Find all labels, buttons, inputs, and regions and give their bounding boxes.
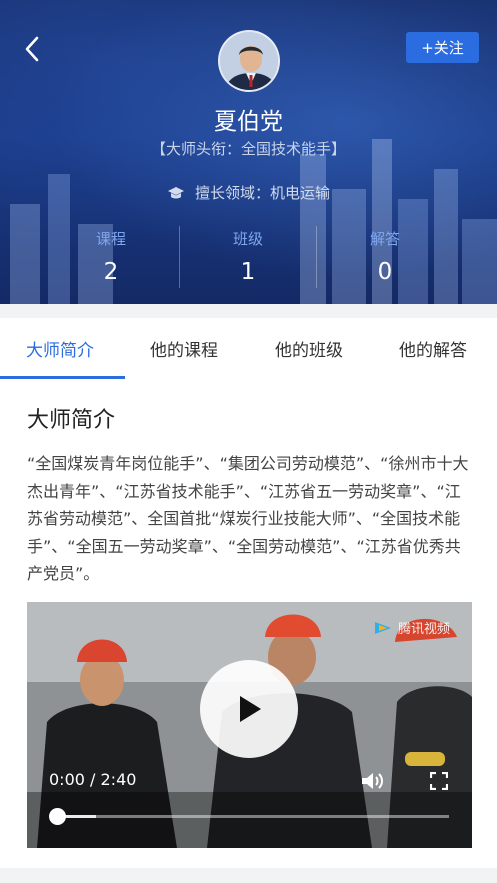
video-watermark: 腾讯视频 xyxy=(373,618,450,637)
stat-label: 课程 xyxy=(95,230,126,248)
fullscreen-icon[interactable] xyxy=(430,772,448,790)
intro-panel: 大师简介 “全国煤炭青年岗位能手”、“集团公司劳动模范”、“徐州市十大杰出青年”… xyxy=(0,380,497,868)
master-name: 夏伯党 xyxy=(214,109,283,135)
tab-his-classes[interactable]: 他的班级 xyxy=(275,336,343,361)
stat-answers[interactable]: 解答 0 xyxy=(317,226,453,290)
follow-button[interactable]: +关注 xyxy=(406,32,479,63)
stat-courses[interactable]: 课程 2 xyxy=(43,226,179,290)
stat-value: 2 xyxy=(103,259,119,285)
tab-his-answers[interactable]: 他的解答 xyxy=(399,336,467,361)
stat-classes[interactable]: 班级 1 xyxy=(180,226,316,290)
back-button[interactable] xyxy=(20,34,46,64)
intro-text: “全国煤炭青年岗位能手”、“集团公司劳动模范”、“徐州市十大杰出青年”、“江苏省… xyxy=(27,454,469,583)
expertise-field: 擅长领域：机电运输 xyxy=(0,182,497,203)
avatar xyxy=(218,30,280,92)
volume-icon[interactable] xyxy=(360,770,384,792)
stats-bar: 课程 2 班级 1 解答 0 xyxy=(43,226,453,290)
stat-label: 班级 xyxy=(232,230,263,248)
stat-label: 解答 xyxy=(369,230,400,248)
tab-his-courses[interactable]: 他的课程 xyxy=(150,336,218,361)
back-arrow-icon xyxy=(25,36,39,62)
tab-master-intro[interactable]: 大师简介 xyxy=(26,336,94,361)
progress-knob[interactable] xyxy=(49,808,66,825)
stat-value: 0 xyxy=(377,259,393,285)
active-tab-indicator xyxy=(0,376,125,379)
expertise-field-text: 擅长领域：机电运输 xyxy=(194,184,330,202)
play-icon xyxy=(240,696,261,722)
video-time: 0:00 / 2:40 xyxy=(49,770,137,789)
graduation-cap-icon xyxy=(167,186,184,198)
tencent-video-logo-icon xyxy=(375,621,391,634)
play-button[interactable] xyxy=(200,660,298,758)
tab-bar: 大师简介 他的课程 他的班级 他的解答 xyxy=(0,318,497,380)
section-title: 大师简介 xyxy=(27,408,116,433)
video-player[interactable]: 腾讯视频 0:00 / 2:40 xyxy=(27,602,472,848)
master-profile-header: +关注 夏伯党 【大师头衔：全国技术能手】 擅长领域：机电运输 课程 2 班级 … xyxy=(0,0,497,304)
video-progress-bar[interactable] xyxy=(49,808,449,825)
stat-value: 1 xyxy=(240,259,256,285)
master-title: 【大师头衔：全国技术能手】 xyxy=(150,140,346,158)
watermark-text: 腾讯视频 xyxy=(398,622,451,637)
